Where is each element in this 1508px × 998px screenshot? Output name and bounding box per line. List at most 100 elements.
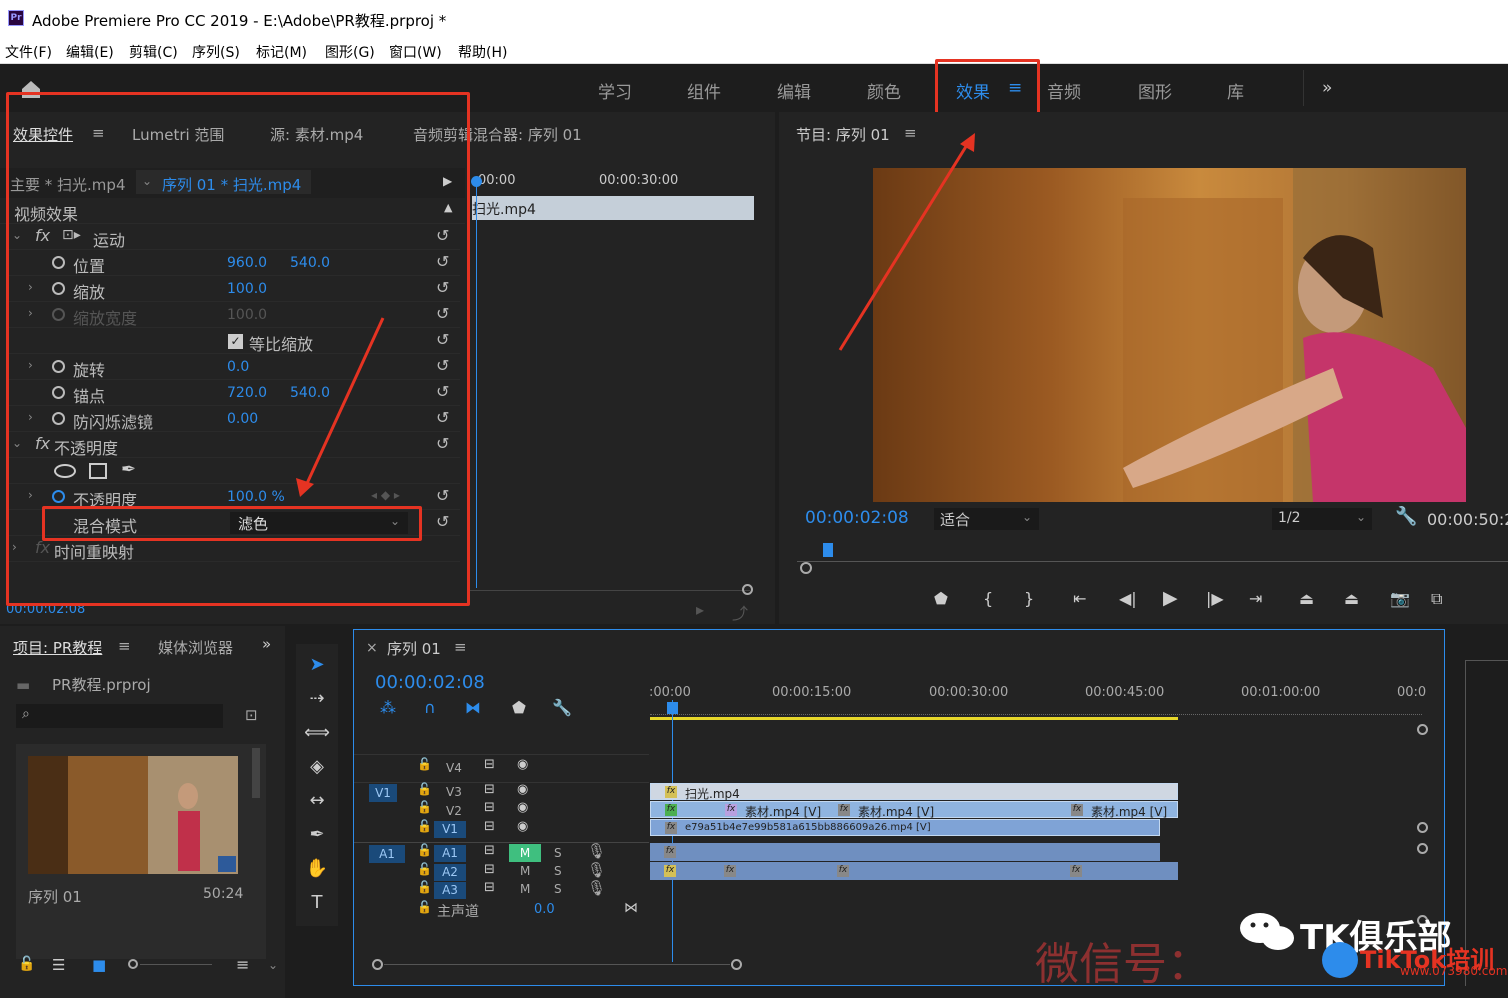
play-icon[interactable]: ▶ — [1163, 587, 1178, 609]
sync-lock-icon[interactable]: ⊟ — [484, 782, 495, 797]
project-search-input[interactable]: ⌕ — [16, 704, 223, 728]
mark-in-icon[interactable]: { — [983, 589, 993, 608]
panel-menu-icon[interactable]: ≡ — [118, 637, 131, 655]
go-to-end-icon[interactable]: ⋈ — [624, 900, 638, 916]
mute-button-a2[interactable]: M — [520, 864, 530, 878]
slip-tool-icon[interactable]: ↔ — [302, 790, 332, 811]
source-patch-a1[interactable]: A1 — [369, 845, 405, 863]
go-to-in-icon[interactable]: ⇤ — [1073, 589, 1086, 608]
menu-clip[interactable]: 剪辑(C) — [129, 42, 178, 62]
workspace-libraries[interactable]: 库 — [1227, 78, 1244, 103]
project-item-card[interactable]: 序列 01 50:24 — [16, 744, 266, 959]
lock-icon[interactable]: 🔓 — [417, 862, 432, 876]
program-playhead[interactable] — [823, 543, 833, 557]
ec-clip-bar[interactable]: 扫光.mp4 — [472, 196, 754, 220]
program-timecode[interactable]: 00:00:02:08 — [805, 508, 909, 528]
type-tool-icon[interactable]: T — [302, 892, 332, 913]
vertical-zoom-handle[interactable] — [1417, 724, 1428, 735]
program-scrub-bar[interactable] — [797, 550, 1508, 562]
track-label-a2[interactable]: A2 — [434, 864, 466, 881]
menu-marker[interactable]: 标记(M) — [256, 42, 307, 62]
menu-help[interactable]: 帮助(H) — [458, 42, 507, 62]
fit-dropdown[interactable]: 适合 ⌄ — [934, 508, 1039, 530]
eye-icon[interactable]: ◉ — [517, 782, 528, 797]
lock-icon[interactable]: 🔓 — [18, 956, 35, 972]
master-volume-value[interactable]: 0.0 — [534, 902, 555, 917]
solo-button-a3[interactable]: S — [554, 882, 562, 896]
extract-icon[interactable]: ⏏ — [1344, 589, 1359, 608]
sync-lock-icon[interactable]: ⊟ — [484, 757, 495, 772]
share-icon[interactable]: ⤴ — [732, 600, 748, 624]
microphone-icon[interactable]: 🎙 — [587, 842, 606, 860]
eye-icon[interactable]: ◉ — [517, 800, 528, 815]
horizontal-scrollbar[interactable] — [384, 964, 730, 965]
hand-tool-icon[interactable]: ✋ — [302, 858, 332, 879]
step-forward-icon[interactable]: |▶ — [1206, 589, 1224, 608]
lock-icon[interactable]: 🔓 — [417, 880, 432, 894]
ec-playhead-handle[interactable] — [471, 176, 482, 187]
timeline-timecode[interactable]: 00:00:02:08 — [375, 672, 485, 693]
audio-clip-a2[interactable]: fx fx fx fx — [650, 862, 1178, 880]
audio-clip-a1[interactable]: fx — [650, 843, 1160, 861]
close-icon[interactable]: × — [366, 640, 378, 656]
mark-out-icon[interactable]: } — [1024, 589, 1034, 608]
wrench-icon[interactable]: 🔧 — [552, 698, 572, 717]
sort-icon[interactable]: ≡ — [236, 955, 249, 974]
menu-graphics[interactable]: 图形(G) — [325, 42, 375, 62]
menu-edit[interactable]: 编辑(E) — [66, 42, 114, 62]
linked-selection-icon[interactable]: ⧓ — [465, 698, 481, 717]
workspace-audio[interactable]: 音频 — [1047, 78, 1081, 103]
work-area-bar[interactable] — [650, 717, 1178, 720]
lock-icon[interactable]: 🔓 — [417, 757, 432, 771]
panel-menu-icon[interactable]: ≡ — [454, 638, 467, 656]
track-label-a1[interactable]: A1 — [434, 845, 466, 862]
sync-lock-icon[interactable]: ⊟ — [484, 880, 495, 895]
microphone-icon[interactable]: 🎙 — [587, 861, 606, 879]
lock-icon[interactable]: 🔓 — [417, 782, 432, 796]
zoom-slider-handle[interactable] — [128, 959, 138, 969]
workspace-color[interactable]: 颜色 — [867, 78, 901, 103]
ec-zoom-handle[interactable] — [742, 584, 753, 595]
workspace-learn[interactable]: 学习 — [598, 78, 632, 103]
timeline-title[interactable]: 序列 01 — [387, 638, 441, 659]
menu-window[interactable]: 窗口(W) — [389, 42, 442, 62]
track-select-tool-icon[interactable]: ⇢ — [302, 688, 332, 709]
zoom-slider[interactable] — [140, 964, 212, 965]
horizontal-zoom-handle[interactable] — [731, 959, 742, 970]
add-marker-icon[interactable]: ⬟ — [934, 589, 948, 608]
timeline-playhead-handle[interactable] — [667, 702, 678, 714]
razor-tool-icon[interactable]: ◈ — [302, 756, 332, 777]
timeline-ruler-ticks[interactable] — [650, 705, 1422, 715]
lock-icon[interactable]: 🔓 — [417, 900, 432, 914]
nest-icon[interactable]: ⁂ — [380, 698, 396, 717]
solo-button-a1[interactable]: S — [554, 846, 562, 860]
lift-icon[interactable]: ⏏ — [1299, 589, 1314, 608]
go-to-out-icon[interactable]: ⇥ — [1249, 589, 1262, 608]
menu-sequence[interactable]: 序列(S) — [192, 42, 240, 62]
horizontal-zoom-handle[interactable] — [372, 959, 383, 970]
source-patch-v1[interactable]: V1 — [369, 784, 397, 802]
mute-button-a3[interactable]: M — [520, 882, 530, 896]
step-back-icon[interactable]: ◀| — [1119, 589, 1137, 608]
snap-icon[interactable]: ∩ — [424, 698, 436, 717]
clip-v2-group[interactable]: fx fx 素材.mp4 [V] fx 素材.mp4 [V] fx 素材.mp4… — [650, 801, 1178, 819]
list-view-icon[interactable]: ☰ — [52, 956, 65, 974]
clip-v1[interactable]: fx e79a51b4e7e99b581a615bb886609a26.mp4 … — [650, 819, 1160, 836]
export-frame-icon[interactable]: 📷 — [1390, 589, 1410, 608]
panel-menu-icon[interactable]: ≡ — [904, 124, 917, 142]
ec-scrollbar[interactable] — [470, 590, 750, 591]
resolution-dropdown[interactable]: 1/2 ⌄ — [1272, 508, 1372, 530]
tab-media-browser[interactable]: 媒体浏览器 — [158, 637, 233, 658]
workspace-graphics[interactable]: 图形 — [1138, 78, 1172, 103]
sync-lock-icon[interactable]: ⊟ — [484, 800, 495, 815]
pen-tool-icon[interactable]: ✒ — [302, 824, 332, 845]
sync-lock-icon[interactable]: ⊟ — [484, 819, 495, 834]
track-label-a3[interactable]: A3 — [434, 882, 466, 899]
ec-playhead[interactable] — [476, 178, 477, 588]
comparison-view-icon[interactable]: ⧉ — [1431, 589, 1442, 609]
solo-button-a2[interactable]: S — [554, 864, 562, 878]
add-marker-icon[interactable]: ⬟ — [512, 698, 526, 717]
workspace-overflow-button[interactable]: » — [1322, 78, 1332, 98]
export-icon[interactable]: ▸ — [696, 600, 704, 619]
mute-button-a1[interactable]: M — [509, 844, 541, 862]
